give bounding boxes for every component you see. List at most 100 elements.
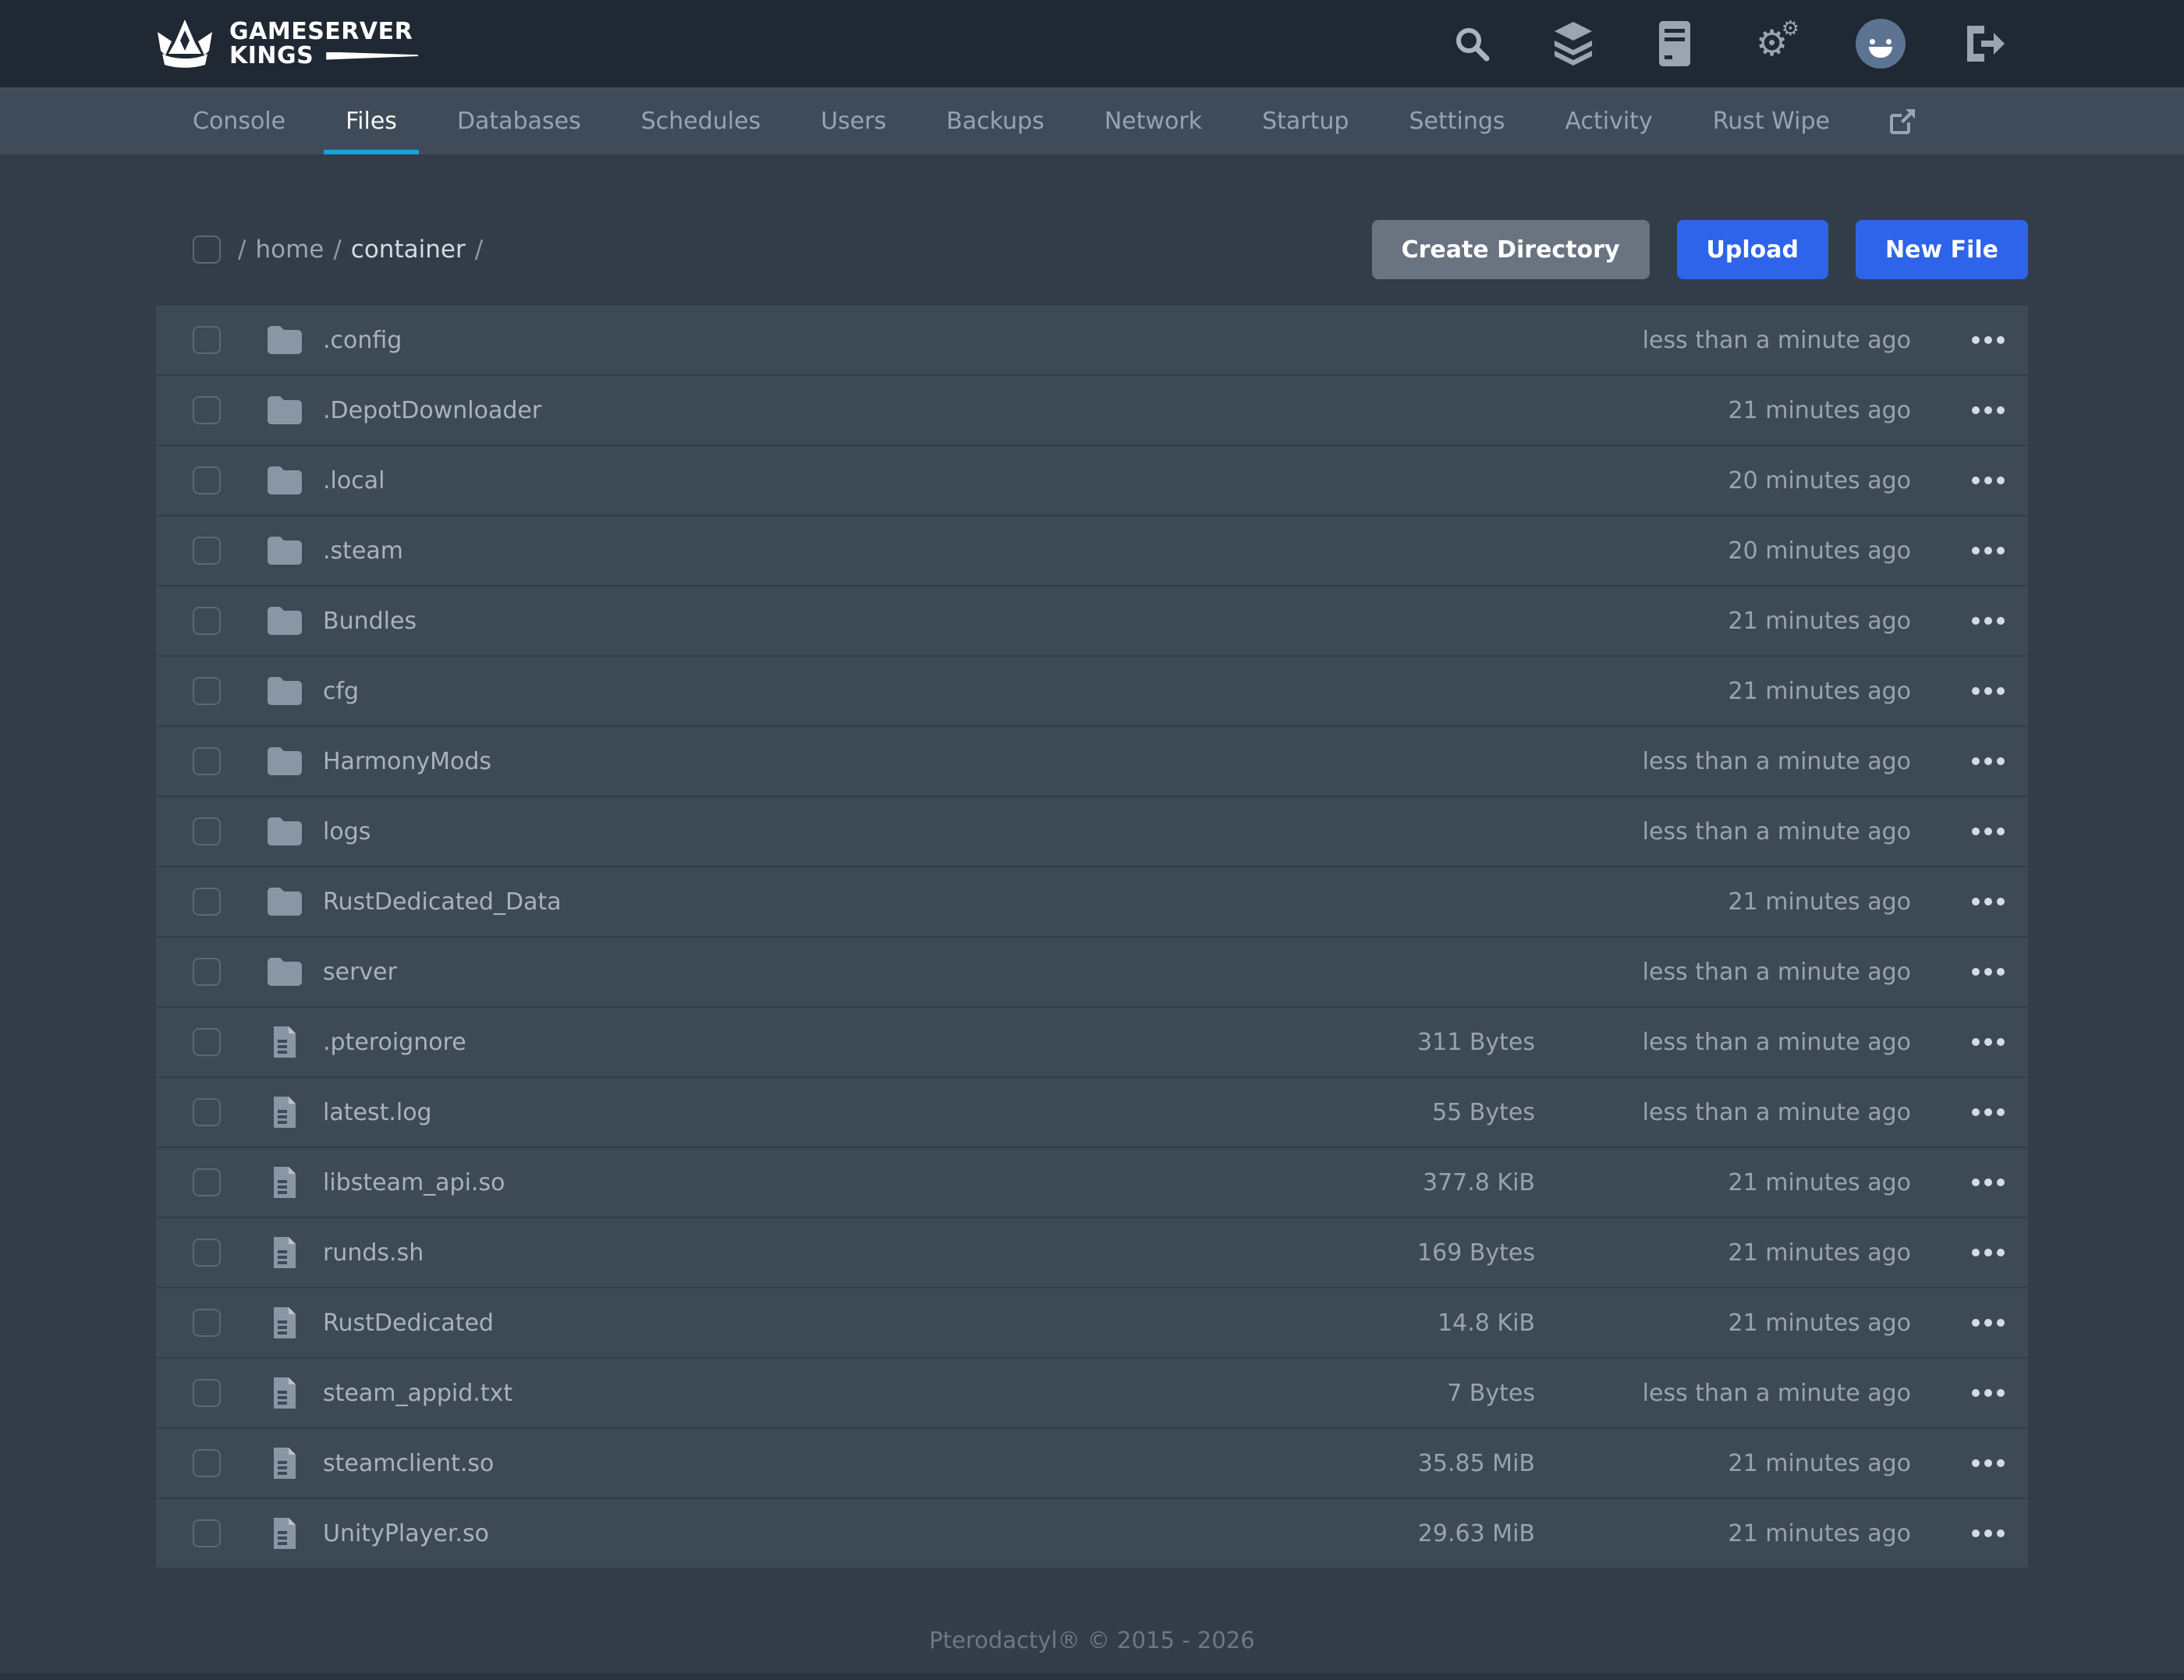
ellipsis-icon — [1984, 406, 1992, 414]
upload-button[interactable]: Upload — [1677, 220, 1828, 279]
brand-logo[interactable]: GAMESERVER KINGS — [156, 19, 418, 68]
ellipsis-icon — [1972, 968, 1980, 976]
file-modified: 21 minutes ago — [1535, 608, 1911, 635]
row-actions-button[interactable] — [1911, 1529, 2005, 1537]
file-name: RustDedicated_Data — [323, 888, 1301, 916]
avatar[interactable] — [1856, 19, 1906, 69]
row-actions-button[interactable] — [1911, 477, 2005, 484]
folder-row-.config[interactable]: .config less than a minute ago — [156, 306, 2028, 374]
file-size: 14.8 KiB — [1301, 1310, 1535, 1337]
row-checkbox[interactable] — [193, 466, 221, 494]
gears-icon[interactable]: ⚙ ⚙ — [1754, 19, 1798, 69]
ellipsis-icon — [1997, 1108, 2005, 1116]
row-checkbox[interactable] — [193, 1309, 221, 1337]
row-actions-button[interactable] — [1911, 1459, 2005, 1467]
file-icon — [272, 1377, 297, 1409]
new-file-button[interactable]: New File — [1856, 220, 2028, 279]
file-name: libsteam_api.so — [323, 1169, 1301, 1196]
folder-row-HarmonyMods[interactable]: HarmonyMods less than a minute ago — [156, 727, 2028, 796]
row-actions-button[interactable] — [1911, 687, 2005, 695]
row-actions-button[interactable] — [1911, 1178, 2005, 1186]
row-checkbox[interactable] — [193, 1028, 221, 1056]
row-checkbox[interactable] — [193, 817, 221, 845]
row-actions-button[interactable] — [1911, 547, 2005, 555]
nav-tab-activity[interactable]: Activity — [1544, 87, 1675, 154]
ellipsis-icon — [1984, 828, 1992, 835]
row-checkbox[interactable] — [193, 1168, 221, 1196]
row-actions-button[interactable] — [1911, 406, 2005, 414]
row-checkbox[interactable] — [193, 326, 221, 354]
row-actions-button[interactable] — [1911, 1319, 2005, 1327]
folder-row-logs[interactable]: logs less than a minute ago — [156, 797, 2028, 866]
file-row-latest.log[interactable]: latest.log 55 Bytes less than a minute a… — [156, 1078, 2028, 1147]
row-checkbox[interactable] — [193, 1379, 221, 1407]
nav-tab-startup[interactable]: Startup — [1240, 87, 1370, 154]
row-actions-button[interactable] — [1911, 898, 2005, 906]
top-bar: GAMESERVER KINGS — [0, 0, 2184, 87]
nav-tab-network[interactable]: Network — [1083, 87, 1224, 154]
row-actions-button[interactable] — [1911, 336, 2005, 344]
nav-tab-files[interactable]: Files — [324, 87, 419, 154]
select-all-checkbox[interactable] — [193, 236, 221, 264]
nav-tab-console[interactable]: Console — [171, 87, 307, 154]
row-checkbox[interactable] — [193, 747, 221, 775]
ellipsis-icon — [1997, 1178, 2005, 1186]
create-directory-button[interactable]: Create Directory — [1372, 220, 1650, 279]
row-checkbox[interactable] — [193, 1519, 221, 1547]
file-row-.pteroignore[interactable]: .pteroignore 311 Bytes less than a minut… — [156, 1008, 2028, 1076]
nav-tab-users[interactable]: Users — [799, 87, 908, 154]
ellipsis-icon — [1972, 687, 1980, 695]
file-row-steam_appid.txt[interactable]: steam_appid.txt 7 Bytes less than a minu… — [156, 1359, 2028, 1427]
file-row-UnityPlayer.so[interactable]: UnityPlayer.so 29.63 MiB 21 minutes ago — [156, 1499, 2028, 1568]
folder-row-Bundles[interactable]: Bundles 21 minutes ago — [156, 587, 2028, 655]
file-modified: less than a minute ago — [1535, 1099, 1911, 1126]
folder-icon — [268, 677, 302, 705]
external-link-icon[interactable] — [1868, 87, 1938, 154]
row-checkbox[interactable] — [193, 607, 221, 635]
file-list: .config less than a minute ago — [156, 306, 2028, 1568]
row-actions-button[interactable] — [1911, 1108, 2005, 1116]
row-checkbox[interactable] — [193, 396, 221, 424]
row-checkbox[interactable] — [193, 1098, 221, 1126]
row-checkbox[interactable] — [193, 1449, 221, 1477]
layers-icon[interactable] — [1551, 19, 1595, 69]
row-checkbox[interactable] — [193, 537, 221, 565]
folder-icon — [268, 326, 302, 354]
ellipsis-icon — [1997, 968, 2005, 976]
row-actions-button[interactable] — [1911, 1038, 2005, 1046]
nav-tab-backups[interactable]: Backups — [924, 87, 1066, 154]
folder-row-.local[interactable]: .local 20 minutes ago — [156, 446, 2028, 515]
server-icon[interactable] — [1653, 19, 1696, 69]
row-actions-button[interactable] — [1911, 1389, 2005, 1397]
row-actions-button[interactable] — [1911, 617, 2005, 625]
row-actions-button[interactable] — [1911, 828, 2005, 835]
file-row-steamclient.so[interactable]: steamclient.so 35.85 MiB 21 minutes ago — [156, 1429, 2028, 1497]
file-row-RustDedicated[interactable]: RustDedicated 14.8 KiB 21 minutes ago — [156, 1288, 2028, 1357]
breadcrumb-slash: / — [333, 236, 341, 264]
folder-row-cfg[interactable]: cfg 21 minutes ago — [156, 657, 2028, 725]
folder-row-.steam[interactable]: .steam 20 minutes ago — [156, 516, 2028, 585]
row-actions-button[interactable] — [1911, 968, 2005, 976]
row-actions-button[interactable] — [1911, 757, 2005, 765]
folder-row-.DepotDownloader[interactable]: .DepotDownloader 21 minutes ago — [156, 376, 2028, 445]
nav-tab-settings[interactable]: Settings — [1387, 87, 1526, 154]
folder-row-RustDedicated_Data[interactable]: RustDedicated_Data 21 minutes ago — [156, 867, 2028, 936]
search-icon[interactable] — [1450, 19, 1494, 69]
folder-row-server[interactable]: server less than a minute ago — [156, 937, 2028, 1006]
row-checkbox[interactable] — [193, 1239, 221, 1267]
row-checkbox[interactable] — [193, 677, 221, 705]
file-row-libsteam_api.so[interactable]: libsteam_api.so 377.8 KiB 21 minutes ago — [156, 1148, 2028, 1217]
row-actions-button[interactable] — [1911, 1249, 2005, 1256]
nav-tab-rust-wipe[interactable]: Rust Wipe — [1691, 87, 1852, 154]
file-size: 29.63 MiB — [1301, 1520, 1535, 1547]
ellipsis-icon — [1997, 1249, 2005, 1256]
signout-icon[interactable] — [1963, 19, 2007, 69]
row-checkbox[interactable] — [193, 888, 221, 916]
nav-tab-databases[interactable]: Databases — [435, 87, 603, 154]
ellipsis-icon — [1972, 1389, 1980, 1397]
row-checkbox[interactable] — [193, 958, 221, 986]
file-row-runds.sh[interactable]: runds.sh 169 Bytes 21 minutes ago — [156, 1218, 2028, 1287]
nav-tab-schedules[interactable]: Schedules — [619, 87, 783, 154]
breadcrumb-home-link[interactable]: home — [255, 236, 324, 264]
file-name: server — [323, 959, 1301, 986]
